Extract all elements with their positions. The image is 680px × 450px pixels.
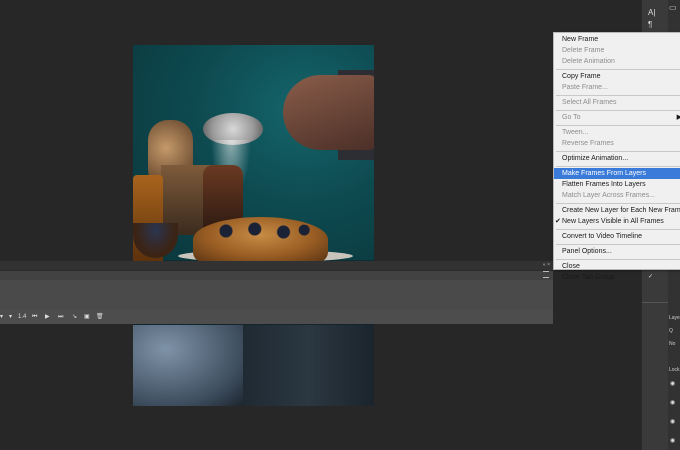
timeline-header: « × [0,261,553,271]
eye-icon[interactable]: ◉ [670,380,675,387]
menu-item-reverse-frames[interactable]: Reverse Frames [554,138,680,149]
menu-item-panel-options[interactable]: Panel Options... [554,246,680,257]
menu-item-label: Match Layer Across Frames... [562,192,655,199]
menu-item-select-all-frames[interactable]: Select All Frames [554,97,680,108]
menu-separator [556,228,680,230]
panel-menu-icon[interactable] [543,271,549,278]
menu-item-label: Make Frames From Layers [562,170,647,177]
menu-item-optimize-animation[interactable]: Optimize Animation... [554,153,680,164]
menu-separator [556,124,680,126]
menu-separator [556,109,680,111]
menu-item-label: Select All Frames [562,99,617,106]
eye-icon[interactable]: ◉ [670,418,675,425]
hand [283,75,374,150]
menu-item-label: Flatten Frames Into Layers [562,181,646,188]
menu-separator [556,243,680,245]
menu-item-label: Delete Animation [562,58,615,65]
blend-mode-select[interactable]: No [669,341,675,347]
menu-separator [556,150,680,152]
menu-item-label: Close [562,263,580,270]
timeline-controls: ▾ ▾ 1.4 ⏮ ▶ ⏭ ↘ ▣ 🗑 [0,310,553,324]
menu-separator [556,258,680,260]
timeline-panel: « × ▾ ▾ 1.4 ⏮ ▶ ⏭ ↘ ▣ 🗑 [0,261,553,324]
blueberries [203,221,318,241]
submenu-arrow-icon: ▶ [676,114,680,121]
checkmark-icon: ✔ [555,218,561,225]
menu-item-copy-frame[interactable]: Copy Frame [554,71,680,82]
menu-item-match-layer-across-frames[interactable]: Match Layer Across Frames... [554,190,680,201]
tween-icon[interactable]: ↘ [72,310,77,324]
menu-separator [556,165,680,167]
panel-top-icon[interactable]: ▭ [669,3,677,12]
timeline-flyout-menu: New Frame Delete Frame Delete Animation Cop… [553,32,680,281]
next-frame-icon[interactable]: ⏭ [58,310,63,324]
menu-item-label: Convert to Video Timeline [562,233,643,240]
menu-item-label: Paste Frame... [562,84,608,91]
first-frame-icon[interactable]: ⏮ [32,310,37,324]
timeline-header-buttons[interactable]: « × [543,262,550,268]
menu-item-label: Tween... [562,129,589,136]
collapse-icon[interactable]: « [543,262,546,268]
menu-item-delete-frame[interactable]: Delete Frame [554,45,680,56]
menu-item-label: New Frame [562,36,599,43]
layers-tab[interactable]: Laye [669,315,680,321]
menu-item-make-frames-from-layers[interactable]: Make Frames From Layers [554,168,680,179]
blue-cloth [133,325,243,406]
lock-label: Lock [669,367,680,373]
menu-item-tween[interactable]: Tween... [554,127,680,138]
menu-separator [556,94,680,96]
menu-item-convert-to-video-timeline[interactable]: Convert to Video Timeline [554,231,680,242]
menu-item-label: Close Tab Group [562,274,615,281]
menu-item-label: Optimize Animation... [562,155,629,162]
menu-item-close-tab-group[interactable]: Close Tab Group [554,272,680,283]
menu-item-new-frame[interactable]: New Frame [554,34,680,45]
menu-item-label: Create New Layer for Each New Frame [562,207,680,214]
menu-item-label: Delete Frame [562,47,605,54]
menu-separator [556,68,680,70]
menu-item-label: Panel Options... [562,248,612,255]
eye-icon[interactable]: ◉ [670,399,675,406]
close-icon[interactable]: × [547,262,550,268]
eye-icon[interactable]: ◉ [670,437,675,444]
menu-item-label: Reverse Frames [562,140,614,147]
menu-item-label: New Layers Visible in All Frames [562,218,664,225]
paragraph-icon[interactable]: ¶ [648,20,652,29]
menu-item-delete-animation[interactable]: Delete Animation [554,56,680,67]
canvas-image[interactable] [133,45,374,406]
menu-item-create-new-layer-for-each-new-frame[interactable]: Create New Layer for Each New Frame [554,205,680,216]
loop-arrow-icon[interactable]: ▾ [9,310,12,324]
menu-item-close[interactable]: Close [554,261,680,272]
menu-separator [556,202,680,204]
layer-filter-input[interactable]: Q [669,328,673,334]
trash-icon[interactable]: 🗑 [96,310,104,324]
menu-item-label: Go To [562,114,581,121]
menu-item-label: Copy Frame [562,73,601,80]
menu-item-new-layers-visible-in-all-frames[interactable]: ✔ New Layers Visible in All Frames [554,216,680,227]
frames-strip[interactable] [0,280,553,310]
menu-item-paste-frame[interactable]: Paste Frame... [554,82,680,93]
character-icon[interactable]: A| [648,8,655,17]
duplicate-frame-icon[interactable]: ▣ [84,310,90,324]
menu-item-go-to[interactable]: Go To ▶ [554,112,680,123]
loop-value[interactable]: 1.4 [18,310,26,324]
menu-item-flatten-frames-into-layers[interactable]: Flatten Frames Into Layers [554,179,680,190]
loop-dropdown-icon[interactable]: ▾ [0,310,3,324]
divider [642,302,669,303]
play-icon[interactable]: ▶ [45,310,50,324]
wood-table [243,325,374,406]
